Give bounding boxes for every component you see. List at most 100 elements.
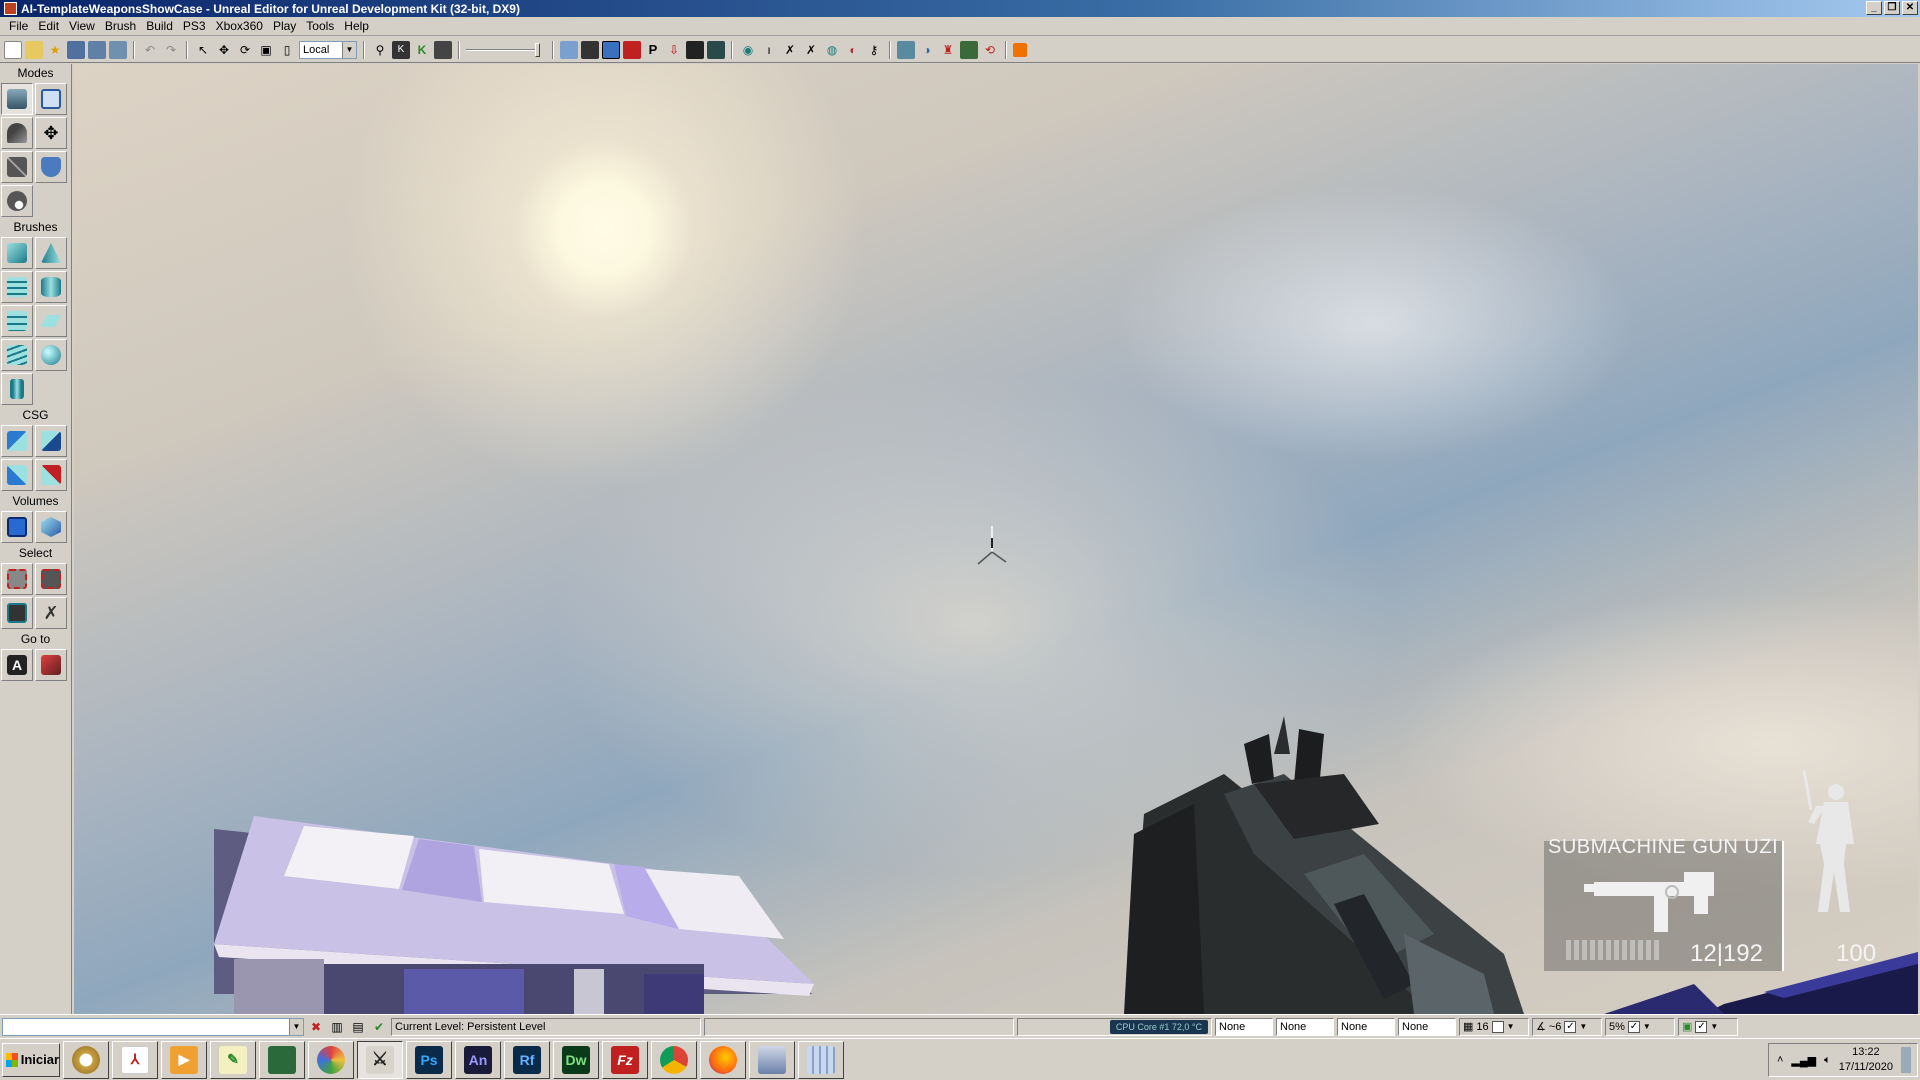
clock[interactable]: 13:22 17/11/2020 bbox=[1839, 1045, 1893, 1075]
menu-tools[interactable]: Tools bbox=[301, 19, 339, 33]
build-geometry-icon[interactable] bbox=[686, 40, 704, 59]
show-all-button[interactable]: ✗ bbox=[35, 597, 67, 629]
taskbar-filezilla[interactable]: Fz bbox=[602, 1040, 648, 1079]
autosave-control[interactable]: ▣ ✓ ▼ bbox=[1678, 1017, 1738, 1036]
taskbar-firefox[interactable] bbox=[700, 1040, 746, 1079]
command-input[interactable]: ▼ bbox=[2, 1017, 304, 1036]
monitor-icon[interactable] bbox=[960, 40, 978, 59]
build-cover-icon[interactable]: ı bbox=[760, 41, 778, 59]
csg-intersect-button[interactable] bbox=[1, 459, 33, 491]
taskbar-network[interactable] bbox=[259, 1040, 305, 1079]
taskbar-unreal-editor[interactable]: ⚔ bbox=[357, 1040, 403, 1079]
log-icon[interactable]: ▥ bbox=[328, 1018, 346, 1036]
add-volume-button[interactable] bbox=[1, 511, 33, 543]
level-visible-icon[interactable]: ✔ bbox=[370, 1018, 388, 1036]
sphere-brush-button[interactable] bbox=[35, 339, 67, 371]
camera-speed-slider[interactable] bbox=[466, 41, 546, 59]
menu-xbox360[interactable]: Xbox360 bbox=[211, 19, 268, 33]
autosave-checkbox[interactable]: ✓ bbox=[1695, 1020, 1708, 1033]
taskbar-calculator[interactable] bbox=[798, 1040, 844, 1079]
favorites-icon[interactable]: ★ bbox=[46, 41, 64, 59]
sheet-brush-button[interactable] bbox=[35, 305, 67, 337]
camera-mode-button[interactable] bbox=[1, 83, 33, 115]
play-on-console-icon[interactable]: ♜ bbox=[939, 41, 957, 59]
translate-icon[interactable]: ✥ bbox=[215, 41, 233, 59]
volumetric-brush-button[interactable] bbox=[1, 373, 33, 405]
invert-selection-button[interactable] bbox=[1, 597, 33, 629]
taskbar-notepad[interactable]: ✎ bbox=[210, 1040, 256, 1079]
undo-icon[interactable]: ↶ bbox=[141, 41, 159, 59]
grid-size-control[interactable]: ▦ 16 ▼ bbox=[1459, 1017, 1529, 1036]
perspective-viewport[interactable]: SUBMACHINE GUN UZI 12|192 100 bbox=[74, 64, 1918, 1014]
taskbar-media-player[interactable]: ▶ bbox=[161, 1040, 207, 1079]
open-icon[interactable] bbox=[25, 40, 43, 59]
p-icon[interactable]: P bbox=[644, 41, 662, 59]
find-icon[interactable]: ⚲ bbox=[371, 41, 389, 59]
kismet-warning-icon[interactable]: ✖ bbox=[307, 1018, 325, 1036]
start-button[interactable]: Iniciar bbox=[2, 1042, 60, 1077]
terrain-mode-button[interactable] bbox=[1, 117, 33, 149]
realtime-icon[interactable]: ⇩ bbox=[665, 41, 683, 59]
build-all-icon[interactable]: ✗ bbox=[802, 41, 820, 59]
taskbar-dreamweaver[interactable]: Dw bbox=[553, 1040, 599, 1079]
taskbar-printer[interactable] bbox=[749, 1040, 795, 1079]
move-mode-button[interactable]: ✥ bbox=[35, 117, 67, 149]
menu-brush[interactable]: Brush bbox=[100, 19, 141, 33]
taskbar-animate[interactable]: An bbox=[455, 1040, 501, 1079]
matinee-icon[interactable] bbox=[434, 40, 452, 59]
build-lighting-icon[interactable] bbox=[707, 40, 725, 59]
minimize-button[interactable]: _ bbox=[1866, 1, 1882, 15]
stop-icon[interactable] bbox=[1013, 42, 1027, 57]
close-button[interactable]: ✕ bbox=[1902, 1, 1918, 15]
content-browser-icon[interactable]: K bbox=[413, 41, 431, 59]
wireframe-icon[interactable] bbox=[560, 40, 578, 59]
go-to-builder-brush-button[interactable] bbox=[35, 649, 67, 681]
linear-stair-brush-button[interactable] bbox=[1, 305, 33, 337]
menu-file[interactable]: File bbox=[4, 19, 33, 33]
level-browser-icon[interactable]: ▤ bbox=[349, 1018, 367, 1036]
play-icon[interactable] bbox=[897, 40, 915, 59]
drag-grid-field-3[interactable]: None bbox=[1337, 1017, 1395, 1036]
scale-snap-checkbox[interactable]: ✓ bbox=[1627, 1020, 1640, 1033]
scale-icon[interactable]: ▣ bbox=[257, 41, 275, 59]
unlit-icon[interactable] bbox=[581, 40, 599, 59]
menu-ps3[interactable]: PS3 bbox=[178, 19, 211, 33]
volume-icon[interactable]: 🔈︎ bbox=[1824, 1054, 1831, 1067]
grid-snap-checkbox[interactable] bbox=[1491, 1020, 1504, 1033]
build-stats-icon[interactable]: ◐ bbox=[844, 41, 862, 59]
save-current-icon[interactable] bbox=[109, 40, 127, 59]
drag-grid-field-4[interactable]: None bbox=[1398, 1017, 1456, 1036]
select-icon[interactable]: ↖ bbox=[194, 41, 212, 59]
lighting-only-icon[interactable] bbox=[623, 40, 641, 59]
taskbar-photoshop[interactable]: Ps bbox=[406, 1040, 452, 1079]
scale-snap-control[interactable]: 5% ✓ ▼ bbox=[1605, 1017, 1675, 1036]
build-lighting-only-icon[interactable]: ◍ bbox=[823, 41, 841, 59]
nonuniform-scale-icon[interactable]: ▯ bbox=[278, 41, 296, 59]
save-icon[interactable] bbox=[67, 40, 85, 59]
mesh-paint-mode-button[interactable] bbox=[35, 151, 67, 183]
rotate-icon[interactable]: ⟳ bbox=[236, 41, 254, 59]
spiral-stair-brush-button[interactable] bbox=[1, 339, 33, 371]
taskbar-pdf-reader[interactable]: ⅄ bbox=[112, 1040, 158, 1079]
landscape-mode-button[interactable] bbox=[1, 185, 33, 217]
lit-icon[interactable] bbox=[602, 40, 620, 59]
go-to-actor-button[interactable]: A bbox=[1, 649, 33, 681]
build-paths-icon[interactable]: ◉ bbox=[739, 41, 757, 59]
cone-brush-button[interactable] bbox=[35, 237, 67, 269]
drag-grid-field-2[interactable]: None bbox=[1276, 1017, 1334, 1036]
menu-build[interactable]: Build bbox=[141, 19, 178, 33]
csg-subtract-button[interactable] bbox=[35, 425, 67, 457]
menu-help[interactable]: Help bbox=[339, 19, 374, 33]
coordinate-system-dropdown[interactable]: Local ▼ bbox=[299, 40, 357, 59]
taskbar-robohelp[interactable]: Rf bbox=[504, 1040, 550, 1079]
taskbar-chrome[interactable] bbox=[651, 1040, 697, 1079]
rotation-snap-control[interactable]: ∡ ~6 ✓ ▼ bbox=[1532, 1017, 1602, 1036]
network-signal-icon[interactable]: ▂▄▆ bbox=[1791, 1054, 1816, 1067]
show-desktop-icon[interactable] bbox=[1901, 1047, 1911, 1073]
menu-play[interactable]: Play bbox=[268, 19, 301, 33]
menu-view[interactable]: View bbox=[64, 19, 100, 33]
console-icon[interactable]: ⚷ bbox=[865, 41, 883, 59]
refresh-icon[interactable]: ⟲ bbox=[981, 41, 999, 59]
build-ai-paths-icon[interactable]: ✗ bbox=[781, 41, 799, 59]
taskbar-paint[interactable] bbox=[308, 1040, 354, 1079]
